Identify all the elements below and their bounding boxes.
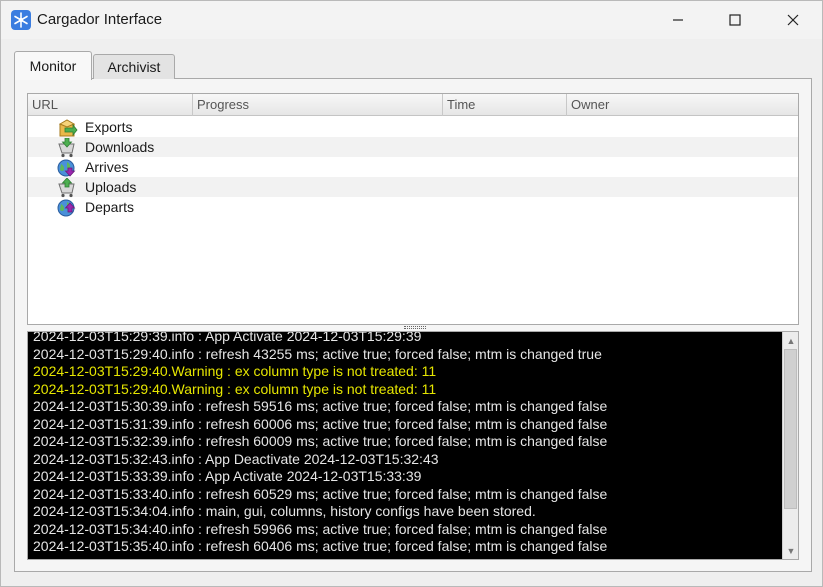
log-line-warning: 2024-12-03T15:29:40.Warning : ex column … — [33, 380, 437, 397]
table-header: URL Progress Time Owner — [28, 94, 798, 116]
splitter-grip-icon[interactable] — [404, 326, 426, 329]
scrollbar-thumb[interactable] — [784, 349, 797, 509]
log-console[interactable]: 2024-12-03T15:29:39.info : App Activate … — [27, 331, 799, 560]
log-line: 2024-12-03T15:32:43.info : App Deactivat… — [33, 450, 439, 467]
row-label: Arrives — [85, 159, 129, 175]
tab-archivist[interactable]: Archivist — [93, 54, 175, 79]
log-line: 2024-12-03T15:34:40.info : refresh 59966… — [33, 520, 608, 537]
title-bar[interactable]: Cargador Interface — [1, 1, 822, 39]
table-row[interactable]: Departs — [28, 197, 798, 217]
table-row[interactable]: Arrives — [28, 157, 798, 177]
scroll-down-arrow-icon[interactable]: ▼ — [783, 542, 798, 559]
log-line: 2024-12-03T15:31:39.info : refresh 60006… — [33, 415, 608, 432]
column-header-progress[interactable]: Progress — [193, 94, 443, 116]
log-line: 2024-12-03T15:29:40.info : refresh 43255… — [33, 345, 602, 362]
app-window: Cargador Interface Monitor Archivist URL… — [0, 0, 823, 587]
tab-monitor[interactable]: Monitor — [14, 51, 92, 80]
column-header-owner[interactable]: Owner — [567, 94, 798, 116]
log-line: 2024-12-03T15:35:40.info : refresh 60406… — [33, 538, 608, 554]
log-line: 2024-12-03T15:33:39.info : App Activate … — [33, 468, 422, 484]
maximize-button[interactable] — [706, 1, 764, 39]
export-box-icon — [56, 118, 78, 138]
log-line: 2024-12-03T15:34:04.info : main, gui, co… — [33, 503, 536, 519]
window-title: Cargador Interface — [37, 11, 163, 28]
log-line: 2024-12-03T15:29:39.info : App Activate … — [33, 331, 422, 344]
maximize-icon — [729, 14, 741, 26]
row-label: Uploads — [85, 179, 137, 195]
log-line-warning: 2024-12-03T15:29:40.Warning : ex column … — [33, 363, 437, 379]
row-label: Exports — [85, 119, 133, 135]
download-cart-icon — [56, 137, 78, 158]
column-header-url[interactable]: URL — [28, 94, 193, 116]
table-row[interactable]: Uploads — [28, 177, 798, 198]
depart-globe-icon — [56, 198, 78, 218]
log-scrollbar[interactable]: ▲ ▼ — [782, 332, 798, 559]
table-row[interactable]: Exports — [28, 117, 798, 137]
snowflake-app-icon — [11, 10, 31, 30]
table-body: Exports Downloads Arrives Uploads Depart… — [28, 117, 798, 217]
row-label: Downloads — [85, 139, 155, 155]
log-line: 2024-12-03T15:30:39.info : refresh 59516… — [33, 398, 608, 414]
row-label: Departs — [85, 199, 135, 215]
log-line: 2024-12-03T15:33:40.info : refresh 60529… — [33, 485, 608, 502]
table-row[interactable]: Downloads — [28, 137, 798, 158]
log-line: 2024-12-03T15:32:39.info : refresh 60009… — [33, 433, 608, 449]
log-lines: 2024-12-03T15:29:39.info : App Activate … — [33, 331, 778, 556]
close-button[interactable] — [764, 1, 822, 39]
scroll-up-arrow-icon[interactable]: ▲ — [783, 332, 798, 349]
column-header-time[interactable]: Time — [443, 94, 567, 116]
minimize-icon — [673, 19, 683, 21]
upload-cart-icon — [56, 177, 78, 198]
close-icon — [787, 14, 799, 26]
minimize-button[interactable] — [649, 1, 707, 39]
transfer-table[interactable]: URL Progress Time Owner Exports Download… — [27, 93, 799, 325]
arrive-globe-icon — [56, 158, 78, 178]
